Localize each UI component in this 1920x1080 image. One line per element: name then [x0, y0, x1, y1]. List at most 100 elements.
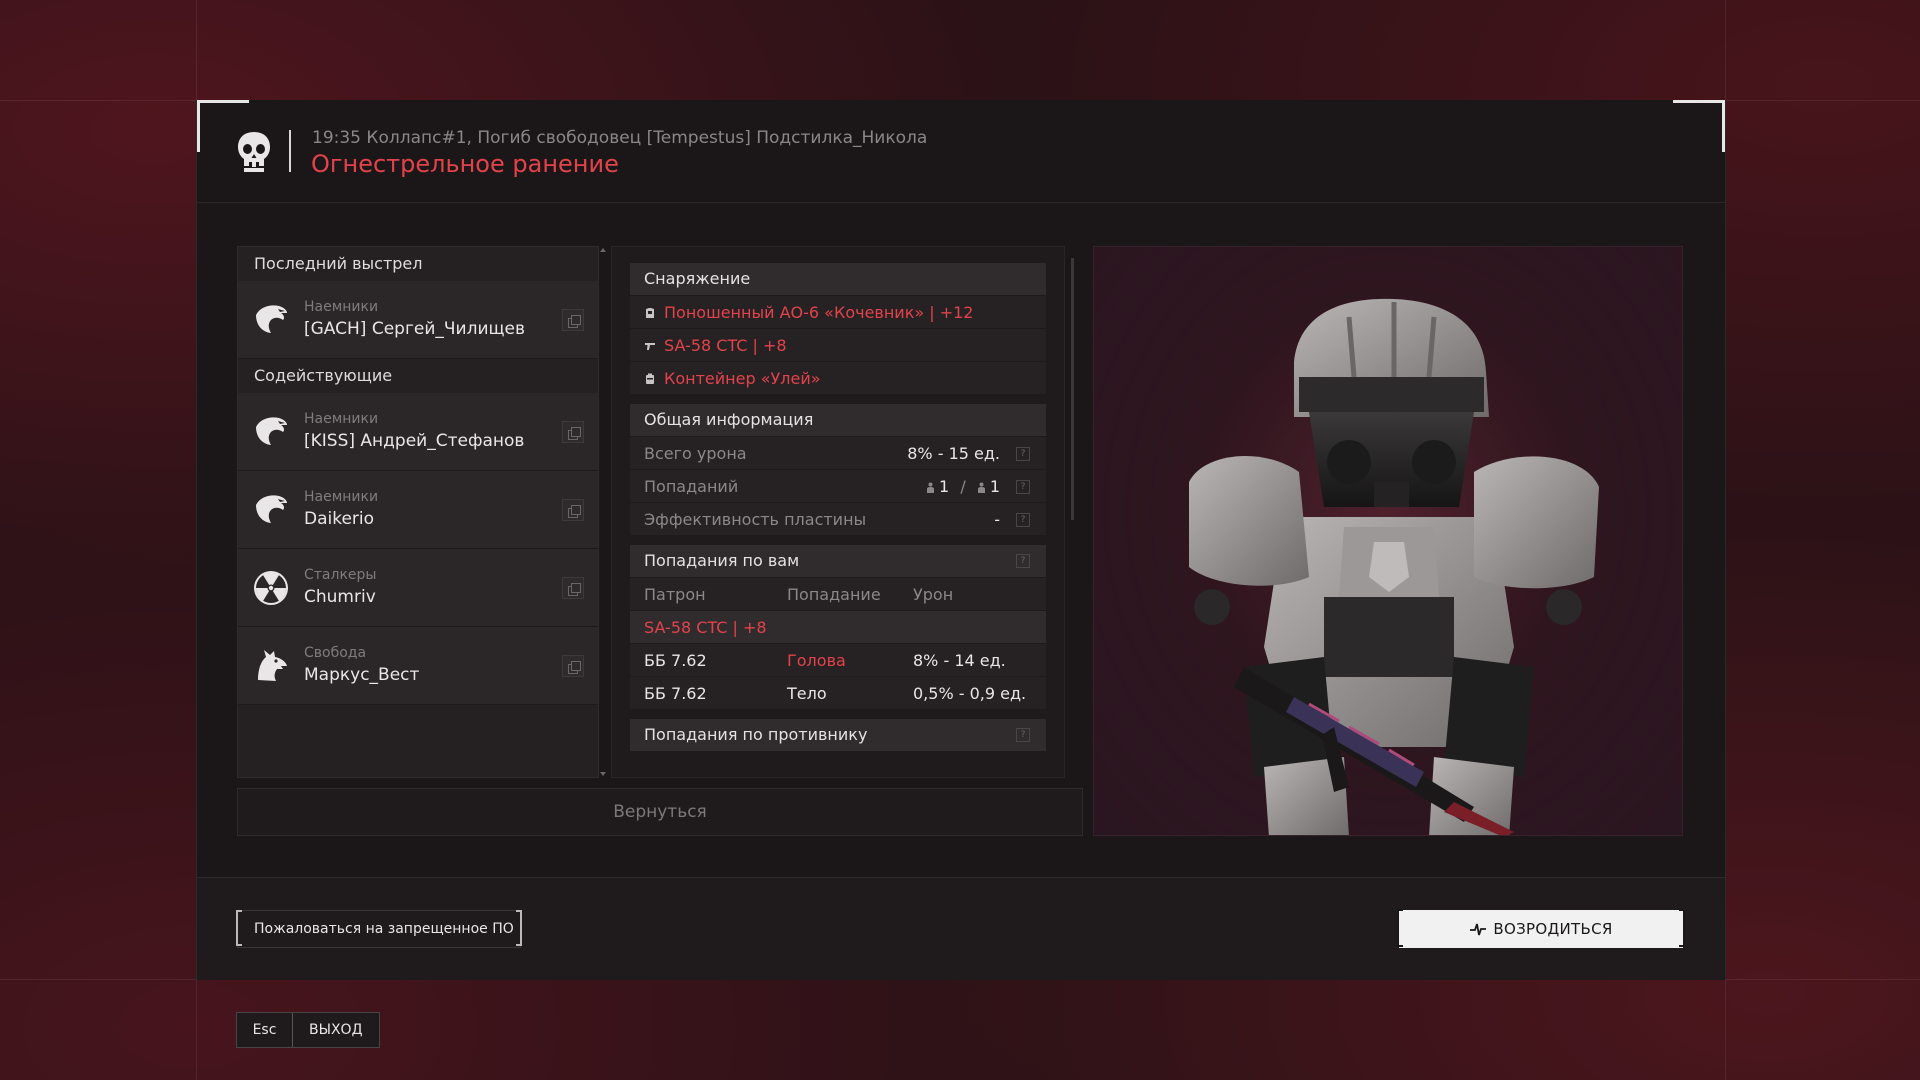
- killer-faction: Наемники: [304, 299, 379, 315]
- general-info-label: Общая информация: [630, 404, 1046, 436]
- esc-key-hint: Esc: [237, 1013, 293, 1047]
- hits-value: 1 / 1: [926, 470, 1000, 503]
- equipment-item-name: SA-58 CTC | +8: [664, 336, 787, 355]
- button-bracket: [236, 910, 242, 946]
- hit-ammo: ББ 7.62: [644, 684, 707, 703]
- hits-separator: /: [960, 477, 966, 496]
- assistant-faction: Свобода: [304, 645, 367, 661]
- radiation-icon: [254, 571, 288, 605]
- details-panel[interactable]: Снаряжение Поношенный АО-6 «Кочевник» | …: [611, 246, 1065, 778]
- respawn-button[interactable]: ВОЗРОДИТЬСЯ: [1397, 909, 1685, 948]
- scroll-up-arrow[interactable]: [600, 248, 606, 252]
- death-cause-title: Огнестрельное ранение: [311, 150, 619, 178]
- total-damage-label: Всего урона: [644, 444, 747, 463]
- report-cheater-label: Пожаловаться на запрещенное ПО: [254, 921, 514, 937]
- hits-count-b: 1: [989, 477, 1000, 496]
- death-header: 19:35 Коллапс#1, Погиб свободовец [Tempe…: [197, 100, 1725, 203]
- container-icon: [646, 373, 654, 384]
- equipment-item[interactable]: Поношенный АО-6 «Кочевник» | +12: [630, 295, 1046, 328]
- equipment-item-name: Контейнер «Улей»: [664, 369, 821, 388]
- column-damage: Урон: [913, 585, 954, 604]
- hits-on-you-label: Попадания по вам ?: [630, 545, 1046, 577]
- plate-efficiency-label: Эффективность пластины: [644, 510, 867, 529]
- copy-name-button[interactable]: [562, 577, 584, 599]
- person-icon: [977, 482, 985, 493]
- hits-on-you-title: Попадания по вам: [644, 551, 800, 570]
- rifle-icon: [645, 343, 655, 350]
- armor-icon: [646, 308, 654, 318]
- last-shot-label: Последний выстрел: [254, 254, 423, 273]
- assistants-label: Содействующие: [254, 366, 393, 385]
- hits-on-enemy-block: Попадания по противнику ?: [630, 719, 1046, 751]
- copy-name-button[interactable]: [562, 655, 584, 677]
- button-bracket: [1397, 909, 1403, 947]
- hits-count-a: 1: [939, 477, 950, 496]
- button-bracket: [516, 910, 522, 946]
- plate-efficiency-value: -: [994, 510, 1000, 529]
- back-button[interactable]: Вернуться: [237, 788, 1083, 836]
- equipment-label: Снаряжение: [630, 263, 1046, 295]
- skull-icon: [238, 132, 270, 172]
- help-icon[interactable]: ?: [1016, 554, 1030, 568]
- report-cheater-button[interactable]: Пожаловаться на запрещенное ПО: [236, 910, 522, 948]
- hit-ammo: ББ 7.62: [644, 651, 707, 670]
- button-bracket: [1679, 909, 1685, 947]
- equipment-item[interactable]: Контейнер «Улей»: [630, 361, 1046, 394]
- equipment-item[interactable]: SA-58 CTC | +8: [630, 328, 1046, 361]
- hit-zone: Голова: [787, 651, 846, 670]
- killers-panel[interactable]: Последний выстрел Наемники [GACH] Сергей…: [237, 246, 599, 778]
- details-scrollbar[interactable]: [1069, 246, 1077, 778]
- wolf-icon: [258, 650, 287, 681]
- exit-label: ВЫХОД: [309, 1022, 363, 1038]
- heartbeat-icon: [1470, 923, 1487, 936]
- header-separator: [289, 130, 291, 172]
- exoskeleton-model: [1189, 298, 1599, 835]
- hits-weapon: SA-58 CTC | +8: [630, 610, 1046, 643]
- assistant-name: Маркус_Вест: [304, 665, 420, 685]
- column-hit-zone: Попадание: [787, 585, 881, 604]
- killer-entry[interactable]: Наемники [GACH] Сергей_Чилищев: [238, 281, 598, 359]
- hits-on-enemy-label[interactable]: Попадания по противнику ?: [630, 719, 1046, 751]
- hit-zone: Тело: [787, 684, 827, 703]
- hits-on-enemy-title: Попадания по противнику: [644, 725, 868, 744]
- death-event-info: 19:35 Коллапс#1, Погиб свободовец [Tempe…: [312, 128, 928, 148]
- assistant-entry[interactable]: Сталкеры Chumriv: [238, 549, 598, 627]
- help-icon[interactable]: ?: [1016, 480, 1030, 494]
- copy-name-button[interactable]: [562, 499, 584, 521]
- general-info-block: Общая информация Всего урона 8% - 15 ед.…: [630, 404, 1046, 535]
- assistant-name: Daikerio: [304, 509, 375, 529]
- column-ammo: Патрон: [644, 585, 706, 604]
- help-icon[interactable]: ?: [1016, 728, 1030, 742]
- assistant-name: Chumriv: [304, 587, 376, 607]
- eagle-icon: [256, 495, 287, 523]
- assistant-entry[interactable]: Наемники [KISS] Андрей_Стефанов: [238, 393, 598, 471]
- equipment-item-name: Поношенный АО-6 «Кочевник» | +12: [664, 303, 974, 322]
- death-screen-panel: 19:35 Коллапс#1, Погиб свободовец [Tempe…: [196, 100, 1726, 980]
- eagle-icon: [256, 305, 287, 333]
- hit-damage: 0,5% - 0,9 ед.: [913, 684, 1027, 703]
- person-icon: [927, 482, 935, 493]
- table-row: ББ 7.62 Голова 8% - 14 ед.: [630, 643, 1046, 676]
- scroll-thumb[interactable]: [1071, 258, 1074, 520]
- help-icon[interactable]: ?: [1016, 513, 1030, 527]
- assistant-entry[interactable]: Свобода Маркус_Вест: [238, 627, 598, 705]
- assistant-name: [KISS] Андрей_Стефанов: [304, 431, 525, 451]
- scroll-down-arrow[interactable]: [600, 772, 606, 776]
- exit-button[interactable]: Esc ВЫХОД: [236, 1012, 380, 1048]
- copy-name-button[interactable]: [562, 309, 584, 331]
- killer-model-preview[interactable]: [1093, 246, 1683, 836]
- killers-scrollbar[interactable]: [599, 246, 607, 778]
- hit-damage: 8% - 14 ед.: [913, 651, 1006, 670]
- hits-row: Попаданий 1 / 1 ?: [630, 469, 1046, 502]
- copy-name-button[interactable]: [562, 421, 584, 443]
- equipment-block: Снаряжение Поношенный АО-6 «Кочевник» | …: [630, 263, 1046, 394]
- hits-table-header: Патрон Попадание Урон: [630, 577, 1046, 610]
- killer-name: [GACH] Сергей_Чилищев: [304, 319, 525, 339]
- assistant-entry[interactable]: Наемники Daikerio: [238, 471, 598, 549]
- hits-on-you-block: Попадания по вам ? Патрон Попадание Урон…: [630, 545, 1046, 709]
- total-damage-row: Всего урона 8% - 15 ед. ?: [630, 436, 1046, 469]
- assistant-faction: Наемники: [304, 489, 379, 505]
- assistant-faction: Сталкеры: [304, 567, 377, 583]
- help-icon[interactable]: ?: [1016, 447, 1030, 461]
- assistant-faction: Наемники: [304, 411, 379, 427]
